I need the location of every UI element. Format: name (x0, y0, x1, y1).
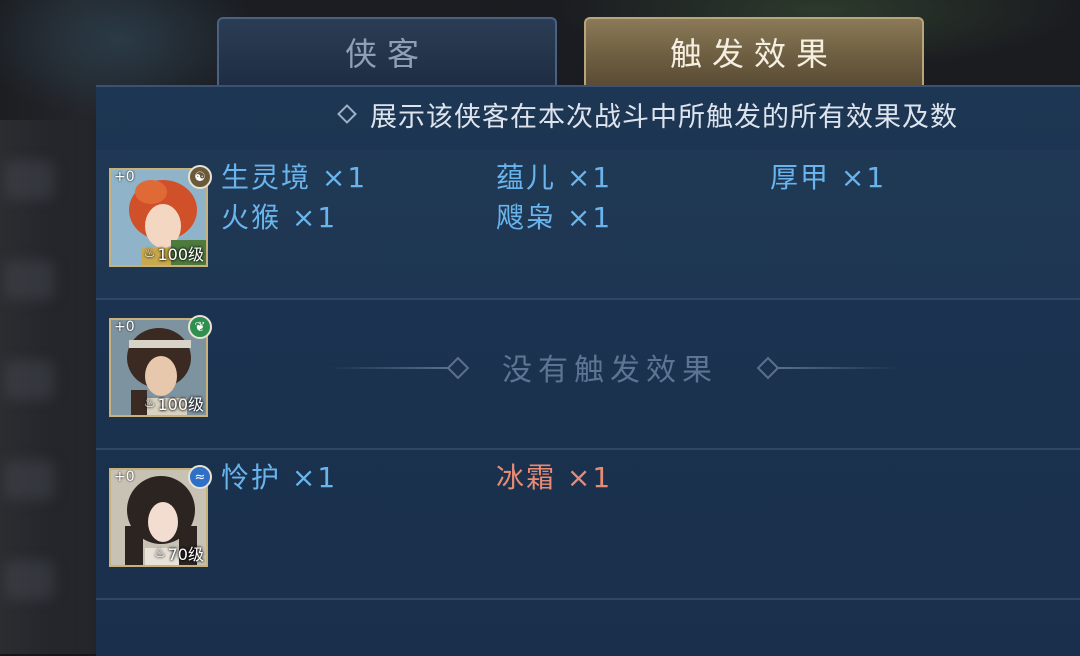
blurred-glyph (4, 560, 54, 600)
enhance-level: +0 (114, 469, 135, 485)
yin-yang-icon: ☯ (188, 165, 212, 189)
level-icon: ♨ (153, 545, 166, 561)
left-side-blur (0, 120, 100, 654)
enhance-level: +0 (114, 319, 135, 335)
effect-label: 蕴儿 ×1 (496, 161, 613, 194)
description-text: 展示该侠客在本次战斗中所触发的所有效果及数 (370, 101, 958, 133)
effect-label: 厚甲 ×1 (770, 161, 887, 194)
blurred-glyph (4, 460, 54, 500)
hero-level: ♨ 100级 (143, 395, 204, 414)
blurred-glyph (4, 160, 54, 200)
diamond-bullet-icon (337, 104, 357, 124)
effect-label: 火猴 ×1 (221, 201, 338, 234)
blurred-glyph (4, 260, 54, 300)
row-divider (96, 298, 1080, 300)
row-divider (96, 448, 1080, 450)
level-icon: ♨ (143, 245, 156, 261)
description-bar: 展示该侠客在本次战斗中所触发的所有效果及数 (330, 92, 1080, 136)
effect-label: 生灵境 ×1 (221, 161, 368, 194)
tab-trigger-effects[interactable]: 触发效果 (584, 17, 924, 85)
hero-level: ♨ 70级 (153, 545, 204, 564)
tab-hero[interactable]: 侠客 (217, 17, 557, 85)
effect-label: 飕枭 ×1 (496, 201, 613, 234)
row-divider (96, 598, 1080, 600)
blurred-glyph (4, 360, 54, 400)
level-icon: ♨ (143, 395, 156, 411)
effect-label: 冰霜 ×1 (496, 461, 613, 494)
effect-label: 怜护 ×1 (221, 461, 338, 494)
water-icon: ≈ (188, 465, 212, 489)
leaf-icon: ❦ (188, 315, 212, 339)
enhance-level: +0 (114, 169, 135, 185)
divider-right (776, 367, 896, 369)
hero-level: ♨ 100级 (143, 245, 204, 264)
